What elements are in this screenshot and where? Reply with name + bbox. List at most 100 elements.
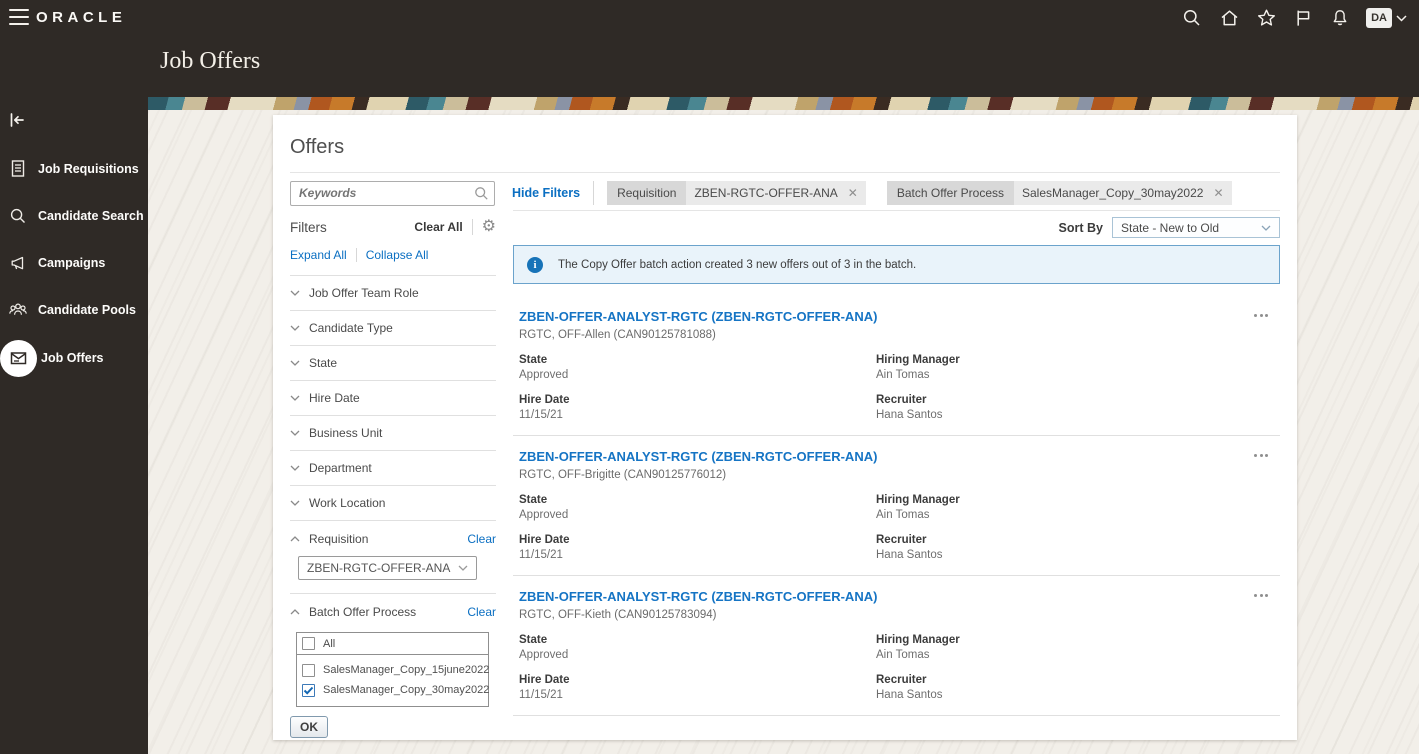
state-label: State	[519, 634, 548, 646]
checkbox-unchecked[interactable]	[302, 637, 315, 650]
filter-group-state[interactable]: State	[290, 346, 496, 381]
option-salesmanager-copy-15june2022[interactable]: SalesManager_Copy_15june2022	[297, 660, 490, 680]
favorites-star-icon[interactable]	[1255, 7, 1277, 29]
filter-group-label: Candidate Type	[309, 321, 393, 335]
hamburger-menu-icon[interactable]	[9, 9, 29, 25]
hiring-manager-value: Ain Tomas	[876, 649, 930, 661]
clear-batch-offer-process-link[interactable]: Clear	[467, 605, 496, 619]
ok-button[interactable]: OK	[290, 716, 328, 738]
filter-group-batch-offer-process: Batch Offer Process Clear All SalesManag…	[290, 594, 496, 747]
recruiter-value: Hana Santos	[876, 689, 943, 701]
keywords-search	[290, 180, 495, 206]
chevron-down-icon	[290, 290, 300, 296]
filter-group-work-location[interactable]: Work Location	[290, 486, 496, 521]
offer-card: ZBEN-OFFER-ANALYST-RGTC (ZBEN-RGTC-OFFER…	[513, 576, 1280, 716]
offer-title-link[interactable]: ZBEN-OFFER-ANALYST-RGTC (ZBEN-RGTC-OFFER…	[519, 449, 877, 464]
chevron-down-icon	[1261, 225, 1271, 231]
filter-group-candidate-type[interactable]: Candidate Type	[290, 311, 496, 346]
flag-icon[interactable]	[1292, 7, 1314, 29]
hiring-manager-label: Hiring Manager	[876, 634, 960, 646]
filter-group-label: Department	[309, 461, 372, 475]
sidebar-item-candidate-pools[interactable]: Candidate Pools	[0, 286, 148, 333]
filter-group-business-unit[interactable]: Business Unit	[290, 416, 496, 451]
state-value: Approved	[519, 509, 569, 521]
filter-group-hire-date[interactable]: Hire Date	[290, 381, 496, 416]
more-actions-icon[interactable]	[1254, 449, 1268, 457]
info-banner: i The Copy Offer batch action created 3 …	[513, 245, 1280, 284]
option-all[interactable]: All	[297, 633, 488, 655]
chip-value: SalesManager_Copy_30may2022	[1022, 186, 1204, 200]
hire-date-label: Hire Date	[519, 394, 570, 406]
chevron-down-icon	[1396, 14, 1407, 22]
hire-date-label: Hire Date	[519, 534, 570, 546]
sidebar-item-label: Candidate Pools	[38, 302, 136, 317]
filter-group-label: Batch Offer Process	[309, 605, 417, 619]
recruiter-value: Hana Santos	[876, 409, 943, 421]
option-label: SalesManager_Copy_15june2022	[323, 664, 490, 676]
chip-label: Requisition	[607, 181, 687, 205]
notifications-bell-icon[interactable]	[1329, 7, 1351, 29]
hiring-manager-value: Ain Tomas	[876, 509, 930, 521]
checkbox-unchecked[interactable]	[302, 663, 315, 677]
expand-all-link[interactable]: Expand All	[290, 248, 347, 262]
decorative-pattern-band	[148, 97, 1419, 110]
chevron-down-icon	[290, 325, 300, 331]
filter-group-label: Requisition	[309, 532, 369, 546]
search-icon[interactable]	[1181, 7, 1203, 29]
divider	[593, 181, 595, 205]
remove-chip-icon[interactable]: ✕	[1213, 186, 1223, 200]
recruiter-label: Recruiter	[876, 394, 927, 406]
offer-letter-icon	[10, 352, 27, 365]
hire-date-value: 11/15/21	[519, 409, 563, 421]
more-actions-icon[interactable]	[1254, 309, 1268, 317]
search-icon[interactable]	[474, 186, 489, 201]
option-salesmanager-copy-30may2022[interactable]: SalesManager_Copy_30may2022	[297, 680, 489, 700]
offer-card: ZBEN-OFFER-ANALYST-RGTC (ZBEN-RGTC-OFFER…	[513, 284, 1280, 436]
sidebar-collapse-icon[interactable]	[8, 109, 30, 131]
collapse-all-link[interactable]: Collapse All	[366, 248, 429, 262]
chevron-down-icon	[290, 360, 300, 366]
sidebar-item-campaigns[interactable]: Campaigns	[0, 239, 148, 286]
offers-panel: Offers Hide Filters Requisition ZBEN-RGT…	[273, 115, 1297, 740]
search-icon	[8, 207, 28, 225]
offer-card: ZBEN-OFFER-ANALYST-RGTC (ZBEN-RGTC-OFFER…	[513, 436, 1280, 576]
gear-icon[interactable]: ⚙	[482, 219, 496, 235]
sort-by-select[interactable]: State - New to Old	[1112, 217, 1280, 238]
filter-group-department[interactable]: Department	[290, 451, 496, 486]
filter-group-job-offer-team-role[interactable]: Job Offer Team Role	[290, 276, 496, 311]
filters-title: Filters	[290, 219, 327, 235]
sidebar-item-candidate-search[interactable]: Candidate Search	[0, 192, 148, 239]
avatar[interactable]: DA	[1366, 8, 1392, 28]
page-title: Job Offers	[160, 48, 261, 74]
remove-chip-icon[interactable]: ✕	[848, 186, 858, 200]
offer-title-link[interactable]: ZBEN-OFFER-ANALYST-RGTC (ZBEN-RGTC-OFFER…	[519, 309, 877, 324]
sidebar-item-job-offers[interactable]: Job Offers	[0, 333, 148, 383]
home-icon[interactable]	[1218, 7, 1240, 29]
sidebar-item-label: Job Requisitions	[38, 161, 139, 176]
divider	[355, 248, 357, 262]
requisition-select[interactable]: ZBEN-RGTC-OFFER-ANA	[298, 556, 477, 580]
hire-date-label: Hire Date	[519, 674, 570, 686]
checkbox-checked[interactable]	[302, 683, 315, 697]
filter-group-requisition-header[interactable]: Requisition Clear	[290, 532, 496, 546]
filter-group-batch-offer-process-header[interactable]: Batch Offer Process Clear	[290, 605, 496, 619]
filter-chip-requisition: Requisition ZBEN-RGTC-OFFER-ANA ✕	[607, 181, 866, 205]
keywords-input[interactable]	[290, 180, 495, 206]
sort-by-label: Sort By	[1058, 220, 1103, 235]
clear-requisition-link[interactable]: Clear	[467, 532, 496, 546]
more-actions-icon[interactable]	[1254, 589, 1268, 597]
clear-all-button[interactable]: Clear All	[414, 220, 462, 234]
offer-title-link[interactable]: ZBEN-OFFER-ANALYST-RGTC (ZBEN-RGTC-OFFER…	[519, 589, 877, 604]
hide-filters-link[interactable]: Hide Filters	[512, 186, 580, 200]
filter-group-label: Hire Date	[309, 391, 360, 405]
state-value: Approved	[519, 649, 569, 661]
chevron-up-icon	[290, 609, 300, 615]
chip-value: ZBEN-RGTC-OFFER-ANA	[694, 186, 838, 200]
user-menu[interactable]: DA	[1366, 8, 1407, 28]
state-value: Approved	[519, 369, 569, 381]
chevron-down-icon	[290, 465, 300, 471]
sidebar-item-job-requisitions[interactable]: Job Requisitions	[0, 145, 148, 192]
panel-title: Offers	[290, 136, 345, 158]
sidebar-item-label: Job Offers	[41, 351, 104, 365]
chevron-up-icon	[290, 536, 300, 542]
